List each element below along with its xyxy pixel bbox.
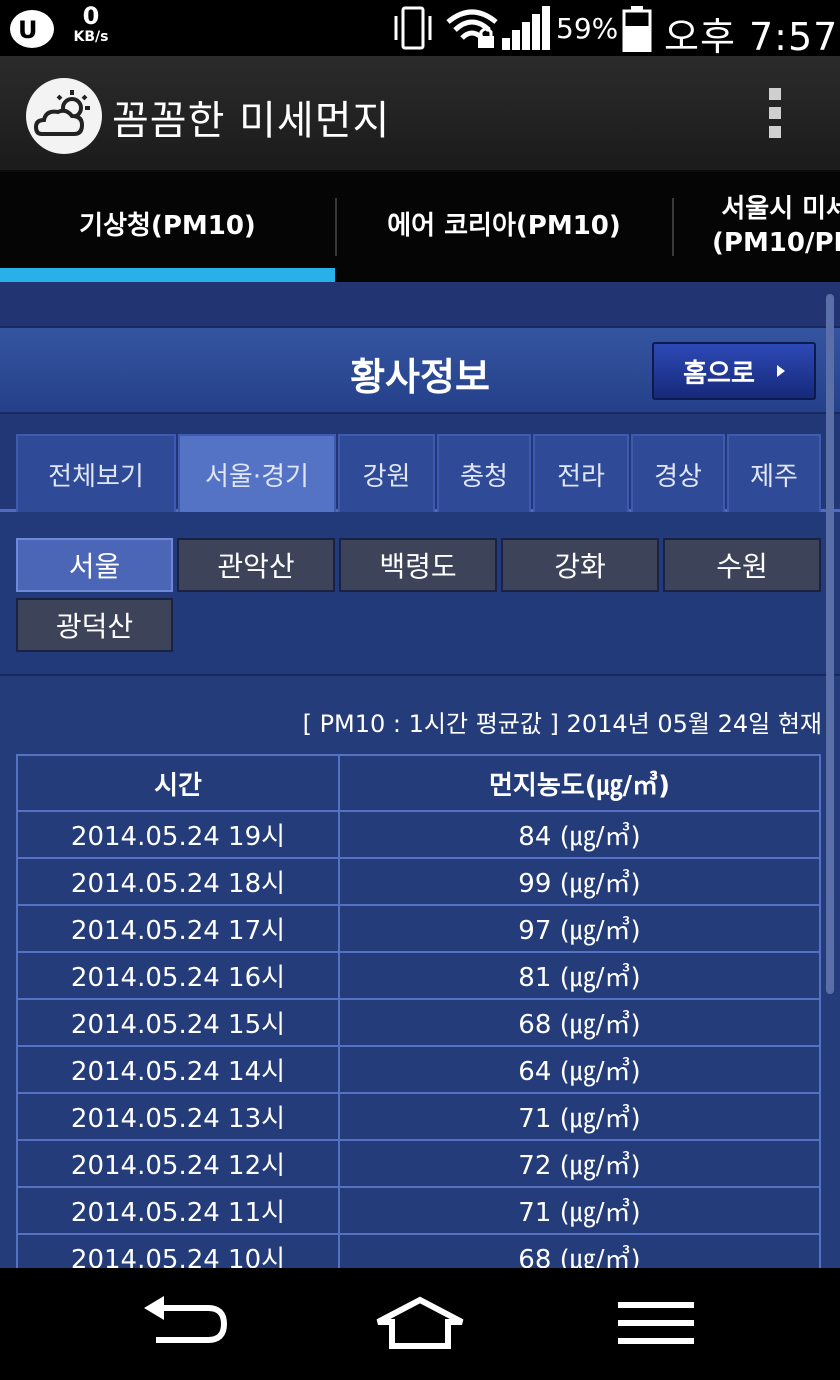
back-icon[interactable]: [134, 1294, 234, 1354]
table-row: 2014.05.24 13시 71 (㎍/㎥): [16, 1092, 821, 1141]
cell-concentration: 71 (㎍/㎥): [338, 1092, 821, 1141]
cell-time: 2014.05.24 10시: [16, 1233, 340, 1268]
cell-time: 2014.05.24 15시: [16, 998, 340, 1047]
cell-time: 2014.05.24 13시: [16, 1092, 340, 1141]
table-row: 2014.05.24 18시 99 (㎍/㎥): [16, 857, 821, 906]
overflow-menu-icon[interactable]: [760, 88, 790, 146]
network-speed: 0 KB/s: [66, 4, 116, 44]
column-header-concentration: 먼지농도(㎍/㎥): [338, 754, 821, 812]
app-bar: 꼼꼼한 미세먼지: [0, 56, 840, 172]
menu-icon[interactable]: [606, 1294, 706, 1354]
region-tabs: 전체보기 서울·경기 강원 충청 전라 경상 제주: [0, 414, 840, 512]
city-button-gwanaksan[interactable]: 관악산: [177, 538, 335, 592]
cell-concentration: 71 (㎍/㎥): [338, 1186, 821, 1235]
tab-bar: 기상청(PM10) 에어 코리아(PM10) 서울시 미세(PM10/PM: [0, 172, 840, 282]
region-tab-all[interactable]: 전체보기: [16, 434, 176, 512]
cell-concentration: 68 (㎍/㎥): [338, 998, 821, 1047]
cell-concentration: 97 (㎍/㎥): [338, 904, 821, 953]
battery-icon: [622, 6, 652, 52]
table-row: 2014.05.24 14시 64 (㎍/㎥): [16, 1045, 821, 1094]
home-icon[interactable]: [370, 1294, 470, 1354]
region-tab-seoul-gyeonggi[interactable]: 서울·경기: [178, 434, 336, 512]
table-row: 2014.05.24 15시 68 (㎍/㎥): [16, 998, 821, 1047]
tab-kma[interactable]: 기상청(PM10): [0, 172, 335, 282]
tab-selected-indicator: [0, 268, 335, 282]
content-top-gap: [0, 282, 840, 326]
network-speed-value: 0: [82, 2, 100, 30]
region-tab-jeju[interactable]: 제주: [727, 434, 821, 512]
cell-time: 2014.05.24 19시: [16, 810, 340, 859]
table-header-row: 시간 먼지농도(㎍/㎥): [16, 754, 821, 812]
app-title: 꼼꼼한 미세먼지: [112, 98, 391, 144]
signal-icon: [502, 6, 550, 50]
web-content[interactable]: 황사정보 홈으로 전체보기 서울·경기 강원 충청 전라 경상 제주 서울 관악…: [0, 282, 840, 1268]
cell-time: 2014.05.24 12시: [16, 1139, 340, 1188]
tab-seoul-label: 서울시 미세(PM10/PM: [712, 194, 840, 258]
table-row: 2014.05.24 17시 97 (㎍/㎥): [16, 904, 821, 953]
cell-time: 2014.05.24 11시: [16, 1186, 340, 1235]
cell-concentration: 99 (㎍/㎥): [338, 857, 821, 906]
city-selector: 서울 관악산 백령도 강화 수원 광덕산: [0, 512, 840, 676]
city-button-seoul[interactable]: 서울: [16, 538, 173, 592]
navigation-bar: [0, 1268, 840, 1380]
table-row: 2014.05.24 11시 71 (㎍/㎥): [16, 1186, 821, 1235]
wifi-lock-icon: [446, 9, 498, 48]
city-button-suwon[interactable]: 수원: [663, 538, 821, 592]
cell-concentration: 64 (㎍/㎥): [338, 1045, 821, 1094]
network-speed-unit: KB/s: [73, 29, 109, 45]
region-tab-jeolla[interactable]: 전라: [533, 434, 629, 512]
city-button-baengnyeongdo[interactable]: 백령도: [339, 538, 497, 592]
content-scrollbar[interactable]: [826, 294, 834, 994]
table-row: 2014.05.24 10시 68 (㎍/㎥): [16, 1233, 821, 1268]
cell-time: 2014.05.24 16시: [16, 951, 340, 1000]
clock: 오후 7:57: [664, 15, 839, 59]
column-header-time: 시간: [16, 754, 340, 812]
region-tab-gyeongsang[interactable]: 경상: [631, 434, 725, 512]
table-caption: [ PM10 : 1시간 평균값 ] 2014년 05월 24일 현재: [302, 710, 822, 738]
status-bar: U 0 KB/s 59% 오후 7:57: [0, 0, 840, 59]
cell-concentration: 81 (㎍/㎥): [338, 951, 821, 1000]
tab-seoul[interactable]: 서울시 미세(PM10/PM: [674, 172, 840, 282]
battery-percent: 59%: [556, 12, 619, 45]
city-button-ganghwa[interactable]: 강화: [501, 538, 659, 592]
cloud-sun-icon: [26, 78, 102, 154]
carrier-logo-icon: U: [10, 10, 54, 48]
cell-concentration: 72 (㎍/㎥): [338, 1139, 821, 1188]
cell-concentration: 68 (㎍/㎥): [338, 1233, 821, 1268]
table-row: 2014.05.24 12시 72 (㎍/㎥): [16, 1139, 821, 1188]
region-tab-gangwon[interactable]: 강원: [338, 434, 435, 512]
cell-time: 2014.05.24 18시: [16, 857, 340, 906]
region-tab-chungcheong[interactable]: 충청: [437, 434, 531, 512]
home-button[interactable]: 홈으로: [652, 342, 816, 400]
cell-time: 2014.05.24 14시: [16, 1045, 340, 1094]
arrow-right-icon: [776, 365, 785, 377]
table-row: 2014.05.24 16시 81 (㎍/㎥): [16, 951, 821, 1000]
vibrate-icon: [394, 6, 432, 50]
cell-time: 2014.05.24 17시: [16, 904, 340, 953]
page-header: 황사정보 홈으로: [0, 326, 840, 414]
city-button-gwangdeoksan[interactable]: 광덕산: [16, 598, 173, 652]
home-button-label: 홈으로: [683, 358, 755, 389]
tab-airkorea[interactable]: 에어 코리아(PM10): [336, 172, 672, 282]
cell-concentration: 84 (㎍/㎥): [338, 810, 821, 859]
dust-table: 시간 먼지농도(㎍/㎥) 2014.05.24 19시 84 (㎍/㎥) 2014…: [16, 754, 821, 1268]
table-row: 2014.05.24 19시 84 (㎍/㎥): [16, 810, 821, 859]
